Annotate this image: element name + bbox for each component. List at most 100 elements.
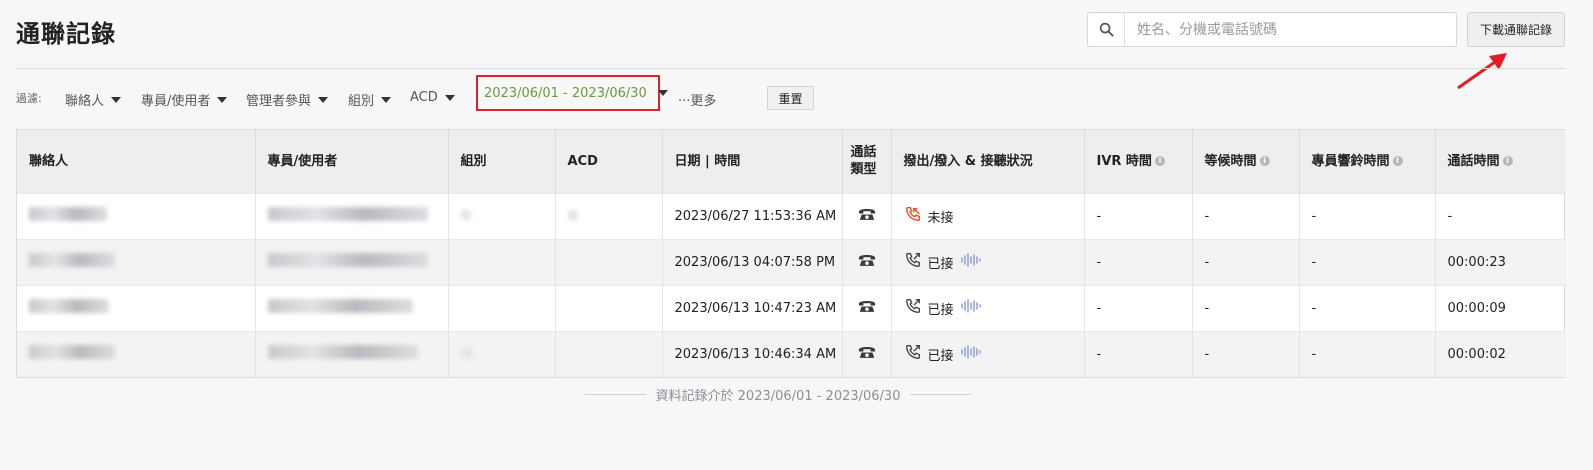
- redacted-text: [460, 209, 471, 220]
- sound-wave-icon[interactable]: [960, 299, 982, 317]
- col-header-datetime[interactable]: 日期 | 時間: [662, 130, 843, 193]
- cell-acd: [555, 284, 663, 331]
- redacted-text: [29, 345, 115, 360]
- cell-direction-status: 已接: [891, 284, 1085, 331]
- col-header-agent[interactable]: 專員/使用者: [255, 130, 449, 193]
- filter-more[interactable]: ···更多: [678, 90, 716, 109]
- cell-group: [448, 192, 556, 239]
- table-row[interactable]: 2023/06/13 10:46:34 AM 已接 - - -00:00:02: [17, 330, 1566, 377]
- divider-line: [910, 394, 972, 395]
- filter-acd[interactable]: ACD: [410, 90, 455, 105]
- cell-call-type: [842, 192, 892, 239]
- col-header-acd[interactable]: ACD: [555, 130, 663, 193]
- filter-contact[interactable]: 聯絡人: [65, 90, 122, 109]
- call-records-table: 聯絡人 專員/使用者 組別 ACD 日期 | 時間 通話類型 撥出/撥入 & 接…: [16, 129, 1566, 378]
- col-header-ring-time[interactable]: 專員響鈴時間 i: [1299, 130, 1436, 193]
- cell-ring-time: -: [1299, 192, 1436, 239]
- caret-down-icon: [657, 90, 668, 96]
- search-box[interactable]: [1087, 12, 1457, 47]
- header-divider: [16, 68, 1565, 69]
- telephone-icon: [858, 209, 876, 225]
- caret-down-icon: [381, 96, 392, 103]
- outgoing-call-icon: [904, 251, 922, 273]
- search-input[interactable]: [1125, 13, 1456, 46]
- page-title: 通聯記錄: [16, 20, 116, 48]
- cell-direction-status: 已接: [891, 238, 1085, 285]
- cell-agent: [255, 238, 449, 285]
- call-status: 已接: [927, 348, 954, 364]
- cell-contact: [17, 330, 256, 377]
- outgoing-call-icon: [904, 297, 922, 319]
- cell-duration: -: [1435, 192, 1566, 239]
- col-header-call-type[interactable]: 通話類型: [842, 130, 892, 193]
- cell-datetime: 2023/06/13 04:07:58 PM: [662, 238, 843, 285]
- table-row[interactable]: 2023/06/13 10:47:23 AM 已接 - - -00:00:09: [17, 284, 1566, 331]
- caret-down-icon: [444, 94, 455, 101]
- info-icon[interactable]: i: [1502, 156, 1513, 167]
- data-range-note: 資料記錄介於 2023/06/01 - 2023/06/30: [585, 385, 972, 404]
- caret-down-icon: [217, 96, 228, 103]
- missed-call-icon: [904, 205, 922, 227]
- filter-bar: 過濾: 聯絡人 專員/使用者 管理者參與 組別 ACD 2023/06/01 -…: [16, 75, 1563, 114]
- cell-ivr-time: -: [1084, 238, 1193, 285]
- cell-datetime: 2023/06/13 10:47:23 AM: [662, 284, 843, 331]
- cell-group: [448, 284, 556, 331]
- filter-agent[interactable]: 專員/使用者: [141, 90, 228, 109]
- redacted-text: [29, 253, 115, 267]
- col-header-wait-time[interactable]: 等候時間 i: [1192, 130, 1300, 193]
- cell-duration: 00:00:23: [1435, 238, 1566, 285]
- date-range-filter[interactable]: 2023/06/01 - 2023/06/30: [476, 75, 668, 111]
- col-header-ivr-time[interactable]: IVR 時間 i: [1084, 130, 1193, 193]
- cell-wait-time: -: [1192, 284, 1300, 331]
- cell-agent: [255, 330, 449, 377]
- filter-group[interactable]: 組別: [348, 90, 392, 109]
- search-icon[interactable]: [1088, 13, 1125, 46]
- filter-label: 過濾:: [16, 92, 42, 105]
- col-header-group[interactable]: 組別: [448, 130, 556, 193]
- redacted-text: [267, 207, 428, 221]
- reset-button[interactable]: 重置: [767, 86, 814, 110]
- col-header-contact[interactable]: 聯絡人: [17, 130, 256, 193]
- cell-direction-status: 已接: [891, 330, 1085, 377]
- redacted-text: [460, 347, 473, 358]
- cell-wait-time: -: [1192, 238, 1300, 285]
- info-icon[interactable]: i: [1259, 156, 1270, 167]
- cell-duration: 00:00:09: [1435, 284, 1566, 331]
- redacted-text: [267, 299, 413, 313]
- cell-acd: [555, 238, 663, 285]
- caret-down-icon: [111, 96, 122, 103]
- table-row[interactable]: 2023/06/27 11:53:36 AM 未接 - - - -: [17, 192, 1566, 239]
- cell-ring-time: -: [1299, 284, 1436, 331]
- cell-ring-time: -: [1299, 330, 1436, 377]
- cell-ivr-time: -: [1084, 192, 1193, 239]
- redacted-text: [267, 253, 428, 267]
- cell-wait-time: -: [1192, 192, 1300, 239]
- redacted-text: [567, 209, 578, 220]
- redacted-text: [29, 207, 107, 221]
- sound-wave-icon[interactable]: [960, 253, 982, 271]
- table-row[interactable]: 2023/06/13 04:07:58 PM 已接 - - -00:00:23: [17, 238, 1566, 285]
- cell-acd: [555, 192, 663, 239]
- col-header-duration[interactable]: 通話時間 i: [1435, 130, 1566, 193]
- telephone-icon: [858, 255, 876, 271]
- cell-wait-time: -: [1192, 330, 1300, 377]
- cell-group: [448, 330, 556, 377]
- sound-wave-icon[interactable]: [960, 345, 982, 363]
- call-status: 已接: [927, 256, 954, 272]
- download-records-button[interactable]: 下載通聯記錄: [1467, 12, 1565, 47]
- cell-contact: [17, 284, 256, 331]
- info-icon[interactable]: i: [1392, 156, 1403, 167]
- col-header-direction-status[interactable]: 撥出/撥入 & 接聽狀況: [891, 130, 1085, 193]
- filter-admin-participation[interactable]: 管理者參與: [246, 90, 329, 109]
- cell-ivr-time: -: [1084, 284, 1193, 331]
- info-icon[interactable]: i: [1154, 156, 1165, 167]
- divider-line: [585, 394, 646, 395]
- cell-datetime: 2023/06/13 10:46:34 AM: [662, 330, 843, 377]
- redacted-text: [29, 299, 109, 313]
- cell-agent: [255, 284, 449, 331]
- cell-group: [448, 238, 556, 285]
- cell-call-type: [842, 330, 892, 377]
- cell-agent: [255, 192, 449, 239]
- table-header-row: 聯絡人 專員/使用者 組別 ACD 日期 | 時間 通話類型 撥出/撥入 & 接…: [17, 130, 1566, 193]
- cell-contact: [17, 192, 256, 239]
